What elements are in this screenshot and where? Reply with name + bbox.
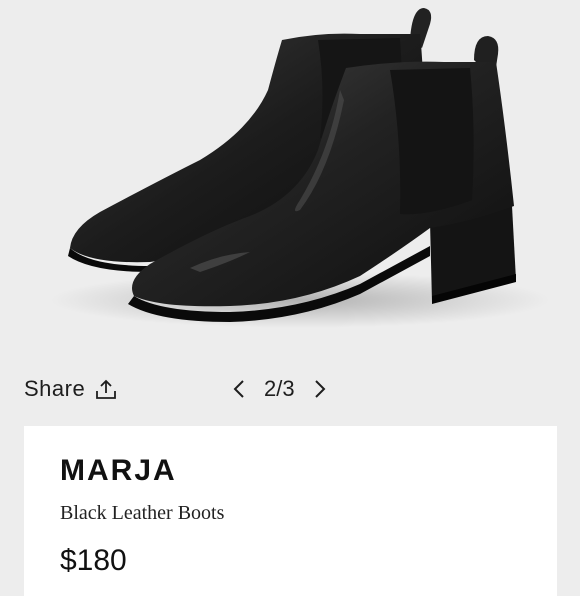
image-controls: Share 2/3 [0, 360, 580, 420]
share-upload-icon [96, 379, 117, 399]
boots-photo [50, 8, 550, 328]
chevron-left-icon [233, 380, 244, 398]
brand-name[interactable]: MARJA [60, 454, 177, 488]
share-button[interactable]: Share [24, 374, 117, 404]
product-description: Black Leather Boots [60, 502, 225, 524]
image-pager: 2/3 [232, 374, 327, 404]
share-label: Share [24, 376, 86, 401]
next-image-button[interactable] [313, 379, 327, 399]
previous-image-button[interactable] [232, 379, 246, 399]
product-info-card: MARJA Black Leather Boots $180 [24, 426, 557, 596]
chevron-right-icon [314, 380, 326, 398]
product-image[interactable] [0, 0, 580, 360]
page-indicator: 2/3 [264, 376, 295, 401]
product-price: $180 [60, 544, 127, 577]
